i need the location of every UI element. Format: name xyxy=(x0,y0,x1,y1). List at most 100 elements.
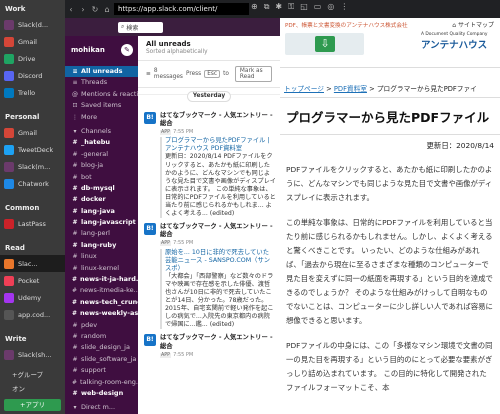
sidebar-item[interactable]: # slide_design_ja xyxy=(65,342,138,353)
app-item[interactable]: Udemy xyxy=(0,289,65,306)
message-sender[interactable]: はてなブックマーク - 人気エントリー - 総合 xyxy=(160,112,276,128)
sidebar-item[interactable]: # news-it-ja-hard... xyxy=(65,274,138,285)
extension-icon[interactable]: ✱ xyxy=(275,2,282,12)
preview-link[interactable]: 原始を... 10日に非的で死去していた 芸能ニュース - SANSPO.COM… xyxy=(165,249,276,273)
message-time[interactable]: 7:55 PM xyxy=(173,352,193,358)
zoom-icon[interactable]: ⊕ xyxy=(251,2,258,12)
site-logo[interactable]: A Document Quality Company アンテナハウス xyxy=(421,32,496,56)
sidebar-item[interactable]: # talking-room-eng... xyxy=(65,377,138,388)
home-icon[interactable]: ⌂ xyxy=(101,5,113,14)
sidebar-item[interactable]: ▾ Direct m... xyxy=(65,402,138,413)
sidebar-item[interactable]: # db-mysql xyxy=(65,183,138,194)
sidebar-item[interactable]: # _hatebu xyxy=(65,137,138,148)
sidebar-item[interactable]: # lang-ruby xyxy=(65,240,138,251)
preview-link[interactable]: プログラマーから見たPDFファイル | アンテナハウス PDF資料室 xyxy=(165,137,276,153)
channel-hash-icon: # xyxy=(72,219,78,227)
preview-text: 更新日：2020/8/14 PDFファイルをクリックすると、あたかも紙に印刷した… xyxy=(165,153,276,218)
app-item[interactable]: Slack(d... xyxy=(0,16,65,33)
message-sender[interactable]: はてなブックマーク - 人気エントリー - 総合 xyxy=(160,223,276,239)
sidebar-item-label: db-mysql xyxy=(81,183,115,192)
avatar[interactable]: B! xyxy=(144,112,156,124)
app-label: Drive xyxy=(18,54,36,63)
app-label: Udemy xyxy=(18,293,42,302)
app-label: Slack(sh... xyxy=(18,350,52,359)
channel-hash-icon: # xyxy=(72,310,78,318)
sitemap-label: サイトマップ xyxy=(457,22,494,29)
app-item[interactable]: Gmail xyxy=(0,33,65,50)
toggle-on-label[interactable]: オン xyxy=(0,381,65,395)
copy-icon[interactable]: ⧉ xyxy=(264,2,270,12)
app-item[interactable]: LastPass xyxy=(0,215,65,232)
sitemap-link[interactable]: ⌂ サイトマップ xyxy=(452,20,494,29)
sidebar-item[interactable]: @Mentions & reactions xyxy=(65,89,138,100)
download-button[interactable]: ⇩ xyxy=(285,33,364,55)
sidebar-item[interactable]: ⊡ Saved items xyxy=(65,100,138,111)
app-item[interactable]: Pocket xyxy=(0,272,65,289)
sidebar-item[interactable]: # lang-java xyxy=(65,206,138,217)
avatar[interactable]: B! xyxy=(144,223,156,236)
globe-icon[interactable]: ◎ xyxy=(327,2,334,12)
sidebar-item[interactable]: #news-tech_crunch xyxy=(65,297,138,308)
reload-icon[interactable]: ↻ xyxy=(89,5,101,14)
messages-subtitle: Sorted alphabetically xyxy=(146,49,208,55)
site-header: PDF、帳票と文書変換のアンテナハウス株式会社 ⌂ サイトマップ ⇩ A Doc… xyxy=(280,18,500,68)
sidebar-item[interactable]: # linux xyxy=(65,251,138,262)
collapse-icon[interactable]: ≡ xyxy=(146,71,151,77)
sidebar-item[interactable]: # slide_software_ja xyxy=(65,354,138,365)
menu-icon[interactable]: ⋮ xyxy=(340,2,348,12)
app-badge: APP xyxy=(160,352,172,358)
sidebar-item[interactable]: # bot xyxy=(65,172,138,183)
app-item[interactable]: Discord xyxy=(0,67,65,84)
sidebar-item[interactable]: ≡ All unreads xyxy=(65,66,138,78)
sidebar-item[interactable]: #news-weekly-ascii xyxy=(65,308,138,319)
compose-icon[interactable]: ✎ xyxy=(121,44,133,56)
message-sender[interactable]: はてなブックマーク - 人気エントリー - 総合 xyxy=(160,334,276,350)
app-label: Slac... xyxy=(18,259,38,268)
sidebar-item[interactable]: # lang-javascript xyxy=(65,217,138,228)
sidebar-item[interactable]: # support xyxy=(65,365,138,376)
forward-icon[interactable]: › xyxy=(77,5,89,14)
sidebar-item[interactable]: # -general xyxy=(65,149,138,160)
app-item[interactable]: Trello xyxy=(0,84,65,101)
key-icon[interactable]: ⚿ xyxy=(288,2,294,12)
sidebar-item-label: random xyxy=(81,331,107,340)
sidebar-item[interactable]: # random xyxy=(65,331,138,342)
sidebar-item[interactable]: # lang-perl xyxy=(65,228,138,239)
sidebar-item[interactable]: # docker xyxy=(65,194,138,205)
app-item[interactable]: Gmail xyxy=(0,124,65,141)
address-bar[interactable]: https://app.slack.com/client/ xyxy=(114,3,249,15)
back-icon[interactable]: ‹ xyxy=(65,5,77,14)
sidebar-item[interactable]: # linux-kernel xyxy=(65,263,138,274)
sidebar-item[interactable]: # news-itmedia-ke... xyxy=(65,285,138,296)
app-item[interactable]: Slack(sh... xyxy=(0,346,65,363)
breadcrumb-section[interactable]: PDF資料室 xyxy=(334,85,367,93)
sidebar-glyph-icon: ⊡ xyxy=(72,102,78,110)
add-group-link[interactable]: +グループ xyxy=(0,367,65,381)
app-item[interactable]: Slac... xyxy=(0,255,65,272)
devtools-icon[interactable]: ◱ xyxy=(300,2,308,12)
app-item[interactable]: Chatwork xyxy=(0,175,65,192)
sidebar-item[interactable]: ▾ Channels xyxy=(65,126,138,137)
app-item[interactable]: Slack(m... xyxy=(0,158,65,175)
breadcrumb-top[interactable]: トップページ xyxy=(284,85,324,93)
search-input[interactable]: ⌕ 検索 xyxy=(118,21,163,33)
mark-as-read-button[interactable]: Mark as Read xyxy=(234,66,272,82)
sidebar-item-label: Direct m... xyxy=(81,403,116,412)
message-time[interactable]: 7:55 PM xyxy=(173,240,193,246)
message-time[interactable]: 7:55 PM xyxy=(173,129,193,135)
sidebar-item[interactable]: # blog-ja xyxy=(65,160,138,171)
sidebar-item[interactable]: ≡ Threads xyxy=(65,77,138,88)
avatar[interactable]: B! xyxy=(144,334,156,347)
app-item[interactable]: Drive xyxy=(0,50,65,67)
app-item[interactable]: app.cod... xyxy=(0,306,65,323)
app-item[interactable]: TweetDeck xyxy=(0,141,65,158)
channel-list: ≡All unreads≡Threads@Mentions & reaction… xyxy=(65,66,138,414)
sidebar-item[interactable]: ⋮ More xyxy=(65,112,138,123)
sidebar-item[interactable]: # web-design xyxy=(65,388,138,399)
sidebar-item[interactable]: # pdev xyxy=(65,320,138,331)
team-header[interactable]: mohikan ✎ xyxy=(65,36,138,66)
add-app-button[interactable]: +アプリ xyxy=(4,399,61,411)
link-preview: プログラマーから見たPDFファイル | アンテナハウス PDF資料室 更新日：20… xyxy=(160,137,276,219)
link-preview: 原始を... 10日に非的で死去していた 芸能ニュース - SANSPO.COM… xyxy=(160,248,276,330)
window-icon[interactable]: ▭ xyxy=(314,2,322,12)
